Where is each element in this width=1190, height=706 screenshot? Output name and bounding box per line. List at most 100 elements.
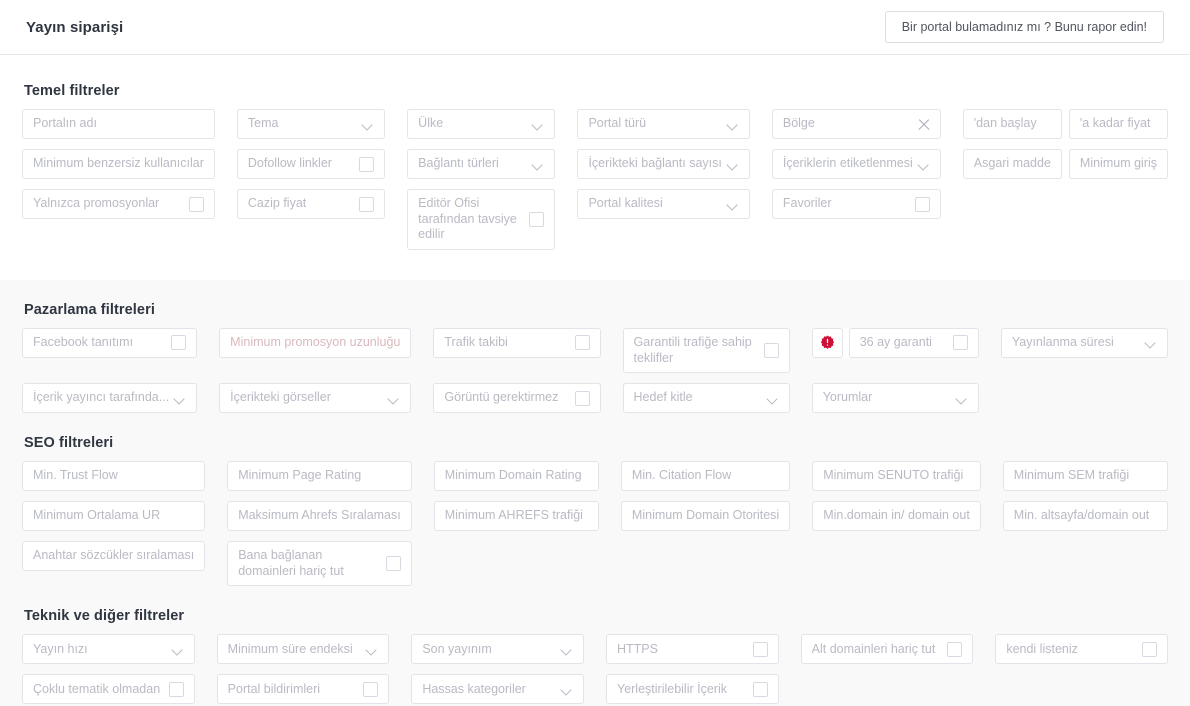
field-minimum-domain-otoritesi[interactable]: Minimum Domain Otoritesi [620,501,791,532]
checkbox[interactable] [574,390,590,406]
filter-cell: Minimum Domain Rating [433,461,599,492]
field-placeholder: Minimum giriş [1079,156,1157,171]
field-maksimum-ahrefs-siralamasi[interactable]: Maksimum Ahrefs Sıralaması [227,501,412,532]
field-yayin-hizi[interactable]: Yayın hızı [22,634,195,665]
field-a-kadar-fiyat[interactable]: 'a kadar fiyat [1068,109,1168,139]
field-bolge[interactable]: Bölge [771,109,941,139]
checkbox[interactable] [574,335,590,351]
field-anahtar-sozcukler-siralamasi[interactable]: Anahtar sözcükler sıralaması [22,541,206,572]
field-hassas-kategoriler[interactable]: Hassas kategoriler [411,674,584,705]
field-https[interactable]: HTTPS [606,634,779,665]
field-goruntu-gerektirmez[interactable]: Görüntü gerektirmez [433,383,601,414]
chevron-down-icon [363,121,374,128]
field-i-cerikteki-baglanti-sayisi[interactable]: İçerikteki bağlantı sayısı [577,149,750,179]
filter-cell: Facebook tanıtımı [22,327,198,358]
field-minimum-promosyon-uzunlugu[interactable]: Minimum promosyon uzunluğu [219,327,412,358]
field-36-ay-garanti[interactable]: 36 ay garanti [811,327,979,358]
field-asgari-madde[interactable]: Asgari madde [962,149,1062,179]
field-bana-baglanan-domainleri-haric-tut[interactable]: Bana bağlanan domainleri hariç tut [227,541,412,587]
field-portalin-adi[interactable]: Portalın adı [22,109,215,139]
field-i-cerikteki-gorseller[interactable]: İçerikteki görseller [219,383,412,414]
checkbox[interactable] [359,196,375,212]
field-min-citation-flow[interactable]: Min. Citation Flow [620,461,791,492]
field-tema[interactable]: Tema [236,109,386,139]
field-portal-kalitesi[interactable]: Portal kalitesi [577,189,750,219]
filter-cell: Yalnızca promosyonlar [22,189,215,219]
checkbox[interactable] [952,335,968,351]
chevron-down-icon [957,395,968,402]
filter-cell-pair: Asgari madde Minimum giriş [962,149,1168,179]
checkbox[interactable] [752,681,768,697]
checkbox[interactable] [947,641,963,657]
checkbox[interactable] [529,211,545,227]
field-son-yayinim[interactable]: Son yayınım [411,634,584,665]
field-i-ceriklerin-etiketlenmesi[interactable]: İçeriklerin etiketlenmesi [771,149,941,179]
field-portal-turu[interactable]: Portal türü [577,109,750,139]
field-placeholder: Ülke [418,116,444,131]
field-placeholder: İçerikteki görseller [230,390,331,405]
field-trafik-takibi[interactable]: Trafik takibi [433,327,601,358]
section-seo: SEO filtreleri Min. Trust Flow Minimum Pag… [0,423,1190,597]
field-editor-ofisi-tarafindan-tavsiye-edilir[interactable]: Editör Ofisi tarafından tavsiye edilir [407,189,556,250]
checkbox[interactable] [171,335,187,351]
field-minimum-domain-rating[interactable]: Minimum Domain Rating [433,461,599,492]
field-cazip-fiyat[interactable]: Cazip fiyat [236,189,386,219]
field-ulke[interactable]: Ülke [407,109,556,139]
field-coklu-tematik-olmadan[interactable]: Çoklu tematik olmadan [22,674,195,705]
field-min-trust-flow[interactable]: Min. Trust Flow [22,461,206,492]
field-alt-domainleri-haric-tut[interactable]: Alt domainleri hariç tut [800,634,974,665]
field-hedef-kitle[interactable]: Hedef kitle [622,383,790,414]
field-yayinlanma-suresi[interactable]: Yayınlanma süresi [1000,327,1168,358]
chevron-down-icon [768,395,779,402]
field-minimum-page-rating[interactable]: Minimum Page Rating [227,461,412,492]
checkbox[interactable] [359,156,375,172]
checkbox[interactable] [752,641,768,657]
field-kendi-listeniz[interactable]: kendi listeniz [995,634,1168,665]
field-minimum-ortalama-ur[interactable]: Minimum Ortalama UR [22,501,206,532]
chevron-down-icon [562,646,573,653]
field-placeholder: Hedef kitle [633,390,693,405]
field-favoriler[interactable]: Favoriler [771,189,941,219]
chevron-down-icon [173,646,184,653]
filter-cell: Hassas kategoriler [411,674,584,705]
field-minimum-senuto-trafigi[interactable]: Minimum SENUTO trafiği [812,461,981,492]
checkbox[interactable] [914,196,930,212]
field-i-cerik-yayinci-tarafinda[interactable]: İçerik yayıncı tarafında... [22,383,198,414]
field-minimum-sem-trafigi[interactable]: Minimum SEM trafiği [1002,461,1168,492]
field-placeholder: Minimum SEM trafiği [1013,468,1130,483]
checkbox[interactable] [1142,641,1157,657]
field-dan-baslay[interactable]: 'dan başlay [962,109,1062,139]
field-placeholder: Maksimum Ahrefs Sıralaması [238,508,401,523]
field-min-domain-in-domain-out[interactable]: Min.domain in/ domain out [812,501,981,532]
checkbox[interactable] [188,196,204,212]
field-dofollow-linkler[interactable]: Dofollow linkler [236,149,386,179]
field-yerlestirilebilir-i-cerik[interactable]: Yerleştirilebilir İçerik [606,674,779,705]
report-missing-portal-button[interactable]: Bir portal bulamadınız mı ? Bunu rapor e… [884,10,1164,44]
field-yorumlar[interactable]: Yorumlar [811,383,979,414]
field-minimum-benzersiz-kullanicilar[interactable]: Minimum benzersiz kullanıcılar [22,149,215,179]
section-basic: Temel filtreler Portalın adı Tema Ülke Porta… [0,55,1190,280]
checkbox[interactable] [168,681,184,697]
field-garantili-trafige-sahip-teklifler[interactable]: Garantili trafiğe sahip teklifler [622,327,790,374]
section-title-technical: Teknik ve diğer filtreler [24,608,185,625]
chevron-down-icon [175,395,186,402]
field-placeholder: Min. Citation Flow [631,468,732,483]
field-placeholder: Yerleştirilebilir İçerik [617,681,727,696]
filter-cell: İçerikteki görseller [219,383,412,414]
field-baglanti-turleri[interactable]: Bağlantı türleri [407,149,556,179]
checkbox[interactable] [763,343,779,358]
filter-cell: İçeriklerin etiketlenmesi [771,149,941,179]
field-inner[interactable]: 36 ay garanti [848,327,979,358]
field-min-altsayfa-domain-out[interactable]: Min. altsayfa/domain out [1002,501,1168,532]
field-facebook-tanitimi[interactable]: Facebook tanıtımı [22,327,198,358]
field-minimum-giris[interactable]: Minimum giriş [1068,149,1168,179]
field-yalnizca-promosyonlar[interactable]: Yalnızca promosyonlar [22,189,215,219]
chevron-down-icon [389,395,400,402]
field-minimum-ahrefs-trafigi[interactable]: Minimum AHREFS trafiği [433,501,599,532]
checkbox[interactable] [363,681,379,697]
filter-cell: Bağlantı türleri [407,149,556,179]
close-icon[interactable] [917,118,930,131]
checkbox[interactable] [385,556,401,572]
field-portal-bildirimleri[interactable]: Portal bildirimleri [216,674,390,705]
field-minimum-sure-endeksi[interactable]: Minimum süre endeksi [216,634,390,665]
